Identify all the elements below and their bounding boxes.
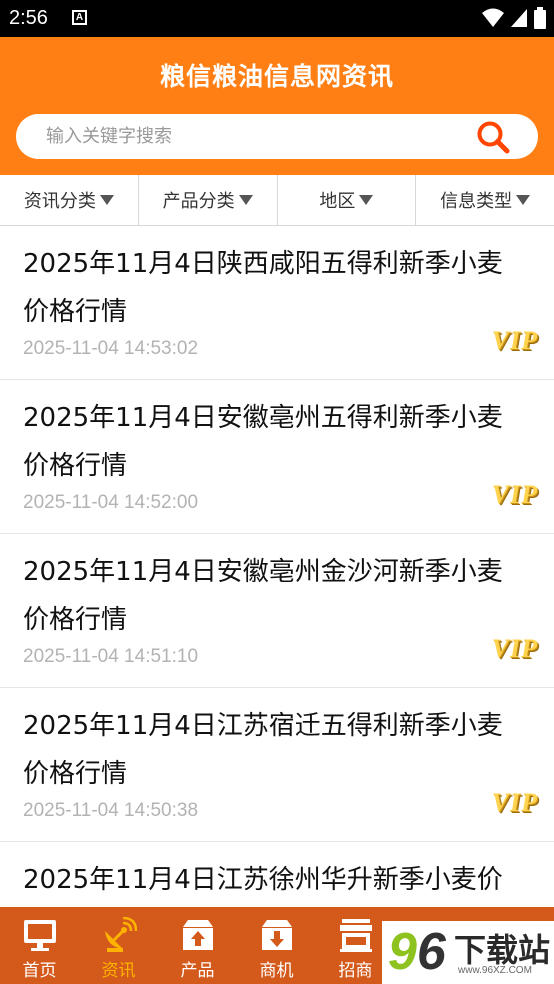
article-title: 2025年11月4日安徽亳州五得利新季小麦价格行情 <box>23 403 503 481</box>
list-item[interactable]: 2025年11月4日陕西咸阳五得利新季小麦价格行情 2025-11-04 14:… <box>0 226 554 380</box>
watermark-logo: 96 下载站 www.96XZ.COM <box>382 921 554 984</box>
tab-news[interactable]: 资讯 <box>79 907 158 984</box>
article-list: 2025年11月4日陕西咸阳五得利新季小麦价格行情 2025-11-04 14:… <box>0 226 554 907</box>
box-upload-icon <box>182 920 213 950</box>
list-item[interactable]: 2025年11月4日江苏徐州华升新季小麦价格行情 <box>0 842 554 907</box>
article-title: 2025年11月4日安徽亳州金沙河新季小麦价格行情 <box>23 557 503 635</box>
monitor-icon <box>23 920 56 951</box>
watermark-url: www.96XZ.COM <box>458 965 532 976</box>
header: 粮信粮油信息网资讯 <box>0 37 554 175</box>
filter-label: 产品分类 <box>162 191 235 212</box>
search-input[interactable] <box>46 114 466 159</box>
article-time: 2025-11-04 14:53:02 <box>23 338 199 359</box>
vip-badge: VIP <box>491 634 538 663</box>
tab-label: 产品 <box>180 961 215 981</box>
tab-label: 首页 <box>22 961 57 981</box>
tab-business[interactable]: 商机 <box>237 907 316 984</box>
filter-label: 信息类型 <box>440 191 513 212</box>
tab-home[interactable]: 首页 <box>0 907 79 984</box>
filter-product-category[interactable]: 产品分类 <box>139 175 278 225</box>
article-title: 2025年11月4日江苏宿迁五得利新季小麦价格行情 <box>23 711 503 789</box>
wifi-icon <box>482 8 504 27</box>
storefront-icon <box>339 919 372 952</box>
filter-label: 资讯分类 <box>23 191 96 212</box>
status-time: 2:56 <box>9 7 48 29</box>
watermark-digit-green: 9 <box>388 923 417 981</box>
tab-products[interactable]: 产品 <box>158 907 237 984</box>
tab-label: 资讯 <box>101 961 136 981</box>
box-download-icon <box>261 920 292 950</box>
page-title: 粮信粮油信息网资讯 <box>159 62 394 91</box>
list-item[interactable]: 2025年11月4日江苏宿迁五得利新季小麦价格行情 2025-11-04 14:… <box>0 688 554 842</box>
article-time: 2025-11-04 14:50:38 <box>23 800 199 821</box>
status-bar: 2:56 A <box>0 0 554 37</box>
vip-badge: VIP <box>491 326 538 355</box>
article-time: 2025-11-04 14:52:00 <box>23 492 199 513</box>
battery-icon <box>534 7 546 29</box>
filter-region[interactable]: 地区 <box>278 175 417 225</box>
watermark-number: 96 <box>388 921 446 984</box>
vip-badge: VIP <box>491 480 538 509</box>
article-time: 2025-11-04 14:51:10 <box>23 646 199 667</box>
filter-news-category[interactable]: 资讯分类 <box>0 175 139 225</box>
list-item[interactable]: 2025年11月4日安徽亳州五得利新季小麦价格行情 2025-11-04 14:… <box>0 380 554 534</box>
article-title: 2025年11月4日陕西咸阳五得利新季小麦价格行情 <box>23 249 503 327</box>
filter-bar: 资讯分类 产品分类 地区 信息类型 <box>0 175 554 226</box>
filter-label: 地区 <box>319 191 356 212</box>
search-bar[interactable] <box>16 114 538 159</box>
caret-down-icon <box>359 195 374 205</box>
caret-down-icon <box>99 195 114 205</box>
signal-icon <box>511 9 527 27</box>
watermark-digit-dark: 6 <box>416 923 446 981</box>
search-icon[interactable] <box>476 120 510 154</box>
article-title: 2025年11月4日江苏徐州华升新季小麦价格行情 <box>23 865 503 895</box>
caret-down-icon <box>238 195 253 205</box>
tab-label: 招商 <box>338 961 373 981</box>
list-item[interactable]: 2025年11月4日安徽亳州金沙河新季小麦价格行情 2025-11-04 14:… <box>0 534 554 688</box>
filter-info-type[interactable]: 信息类型 <box>416 175 554 225</box>
vip-badge: VIP <box>491 788 538 817</box>
notification-a-icon: A <box>72 10 87 25</box>
status-icons <box>482 7 546 29</box>
tab-label: 商机 <box>259 961 294 981</box>
caret-down-icon <box>516 195 531 205</box>
satellite-dish-icon <box>104 917 137 952</box>
